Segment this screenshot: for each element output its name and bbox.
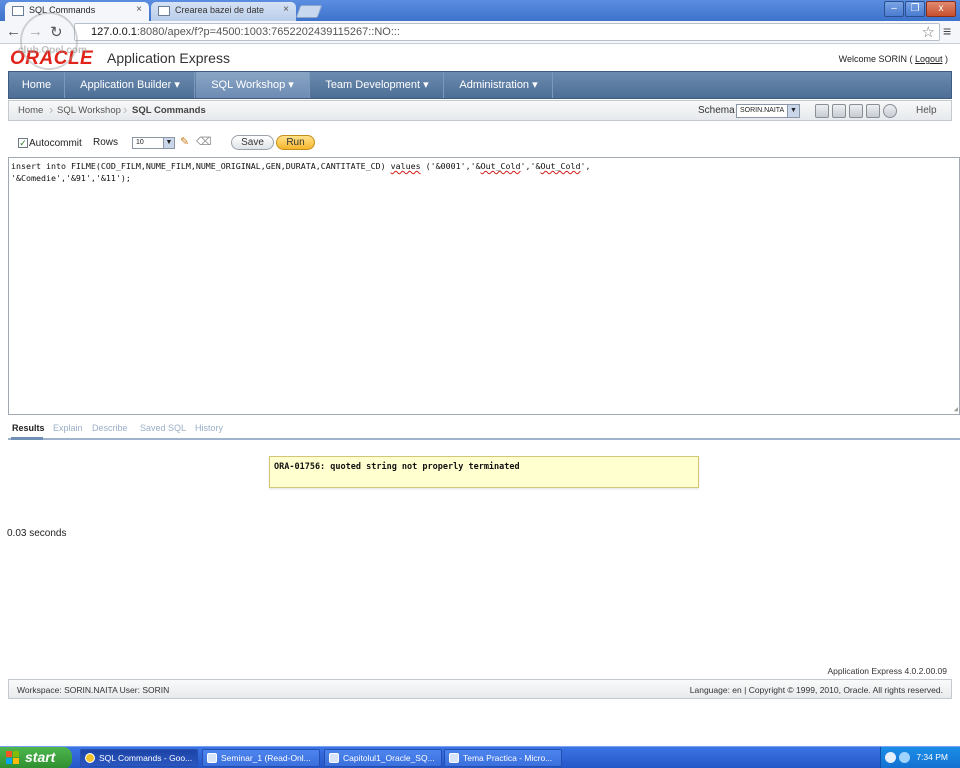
- results-tab-bar: Results Explain Describe Saved SQL Histo…: [8, 418, 960, 440]
- bookmark-star-icon[interactable]: ☆: [922, 23, 935, 41]
- nav-administration[interactable]: Administration ▾: [445, 72, 553, 98]
- watermark-logo: club.Opel.com: [18, 12, 87, 70]
- resize-grip-icon[interactable]: ◢: [954, 405, 958, 413]
- taskbar-item-tema[interactable]: Tema Practica - Micro...: [444, 749, 562, 767]
- active-tab-indicator: [11, 437, 43, 440]
- utilities-icon[interactable]: [866, 104, 880, 118]
- main-navigation: Home Application Builder ▾ SQL Workshop …: [8, 71, 952, 99]
- tab-saved-sql[interactable]: Saved SQL: [140, 423, 186, 433]
- nav-home[interactable]: Home: [9, 72, 65, 98]
- breadcrumb-separator: ›: [49, 102, 54, 117]
- url-field[interactable]: 127.0.0.1:8080/apex/f?p=4500:1003:765220…: [74, 23, 940, 41]
- restore-button[interactable]: ❐: [905, 1, 925, 17]
- breadcrumb-home[interactable]: Home: [18, 105, 43, 116]
- screen: SQL Commands × Crearea bazei de date × –…: [0, 0, 960, 768]
- taskbar-item-capitolul[interactable]: Capitolul1_Oracle_SQ...: [324, 749, 442, 767]
- apex-version: Application Express 4.0.2.00.09: [827, 666, 947, 676]
- rows-label: Rows: [93, 137, 119, 148]
- word-document-icon: [207, 753, 217, 763]
- copyright-info: Language: en | Copyright © 1999, 2010, O…: [689, 685, 943, 695]
- help-link[interactable]: Help: [916, 105, 937, 116]
- start-button[interactable]: start: [0, 747, 72, 768]
- settings-gear-icon[interactable]: [883, 104, 897, 118]
- breadcrumb: Home › SQL Workshop › SQL Commands Schem…: [8, 100, 952, 121]
- chevron-down-icon: ▼: [163, 138, 174, 148]
- taskbar-item-seminar[interactable]: Seminar_1 (Read-Onl...: [202, 749, 320, 767]
- breadcrumb-sql-workshop[interactable]: SQL Workshop: [57, 105, 121, 116]
- taskbar-item-chrome[interactable]: SQL Commands - Goo...: [80, 749, 198, 767]
- tab-results[interactable]: Results: [12, 423, 45, 433]
- tab-describe[interactable]: Describe: [92, 423, 128, 433]
- word-document-icon: [329, 753, 339, 763]
- apex-header: ORACLE Application Express Welcome SORIN…: [0, 45, 960, 71]
- run-button[interactable]: Run: [276, 135, 315, 150]
- command-toolbar: ✓ Autocommit Rows 10 ▼ ✎ ⌫ Save Run: [8, 131, 952, 153]
- network-icon[interactable]: [885, 752, 896, 763]
- app-title: Application Express: [107, 50, 230, 66]
- tab-crearea-bazei[interactable]: Crearea bazei de date ×: [151, 2, 296, 21]
- browser-tab-bar: SQL Commands × Crearea bazei de date × –…: [0, 0, 960, 21]
- new-tab-button[interactable]: [295, 5, 323, 18]
- sql-line-2: '&Comedie','&91','&11');: [11, 173, 131, 183]
- volume-icon[interactable]: [899, 752, 910, 763]
- workspace-info: Workspace: SORIN.NAITA User: SORIN: [17, 685, 170, 695]
- tab-sql-commands[interactable]: SQL Commands ×: [5, 2, 149, 21]
- autocommit-label: Autocommit: [29, 138, 82, 149]
- sql-line-1: insert into FILME(COD_FILM,NUME_FILM,NUM…: [11, 161, 591, 171]
- sql-editor[interactable]: insert into FILME(COD_FILM,NUME_FILM,NUM…: [8, 157, 960, 415]
- schema-select[interactable]: SORIN.NAITA ▼: [736, 104, 800, 118]
- elapsed-time: 0.03 seconds: [7, 528, 67, 539]
- clock: 7:34 PM: [916, 752, 948, 762]
- breadcrumb-sql-commands: SQL Commands: [132, 105, 206, 116]
- chrome-icon: [85, 753, 95, 763]
- rows-select[interactable]: 10 ▼: [132, 137, 175, 149]
- nav-sql-workshop[interactable]: SQL Workshop ▾: [196, 72, 310, 98]
- address-bar: ← → ↻ 127.0.0.1:8080/apex/f?p=4500:1003:…: [0, 21, 960, 44]
- chevron-down-icon: ▼: [787, 105, 799, 117]
- autocommit-checkbox[interactable]: ✓: [18, 138, 28, 148]
- schema-label: Schema: [698, 105, 735, 116]
- query-builder-icon[interactable]: [815, 104, 829, 118]
- welcome-text: Welcome SORIN ( Logout ): [838, 54, 948, 64]
- logout-link[interactable]: Logout: [915, 54, 943, 64]
- save-button[interactable]: Save: [231, 135, 274, 150]
- object-browser-icon[interactable]: [832, 104, 846, 118]
- close-tab-icon[interactable]: ×: [136, 4, 142, 15]
- page-icon: [158, 6, 170, 16]
- windows-taskbar: start SQL Commands - Goo... Seminar_1 (R…: [0, 746, 960, 768]
- tab-label: Crearea bazei de date: [175, 5, 265, 15]
- back-arrow-icon[interactable]: ←: [6, 23, 21, 40]
- eraser-icon[interactable]: ⌫: [196, 135, 212, 148]
- breadcrumb-separator: ›: [123, 102, 128, 117]
- pencil-icon[interactable]: ✎: [180, 135, 189, 148]
- tab-explain[interactable]: Explain: [53, 423, 83, 433]
- browser-menu-icon[interactable]: ≡: [943, 23, 951, 39]
- error-message: ORA-01756: quoted string not properly te…: [269, 456, 699, 488]
- sql-scripts-icon[interactable]: [849, 104, 863, 118]
- tab-history[interactable]: History: [195, 423, 223, 433]
- footer-bar: Workspace: SORIN.NAITA User: SORIN Langu…: [8, 679, 952, 699]
- nav-application-builder[interactable]: Application Builder ▾: [66, 72, 195, 98]
- nav-team-development[interactable]: Team Development ▾: [311, 72, 444, 98]
- word-document-icon: [449, 753, 459, 763]
- windows-flag-icon: [6, 751, 20, 764]
- minimize-button[interactable]: –: [884, 1, 904, 17]
- url-text: 127.0.0.1:8080/apex/f?p=4500:1003:765220…: [91, 26, 400, 38]
- system-tray: 7:34 PM: [880, 747, 960, 768]
- close-window-button[interactable]: x: [926, 1, 956, 17]
- close-tab-icon[interactable]: ×: [283, 4, 289, 15]
- page-icon: [12, 6, 24, 16]
